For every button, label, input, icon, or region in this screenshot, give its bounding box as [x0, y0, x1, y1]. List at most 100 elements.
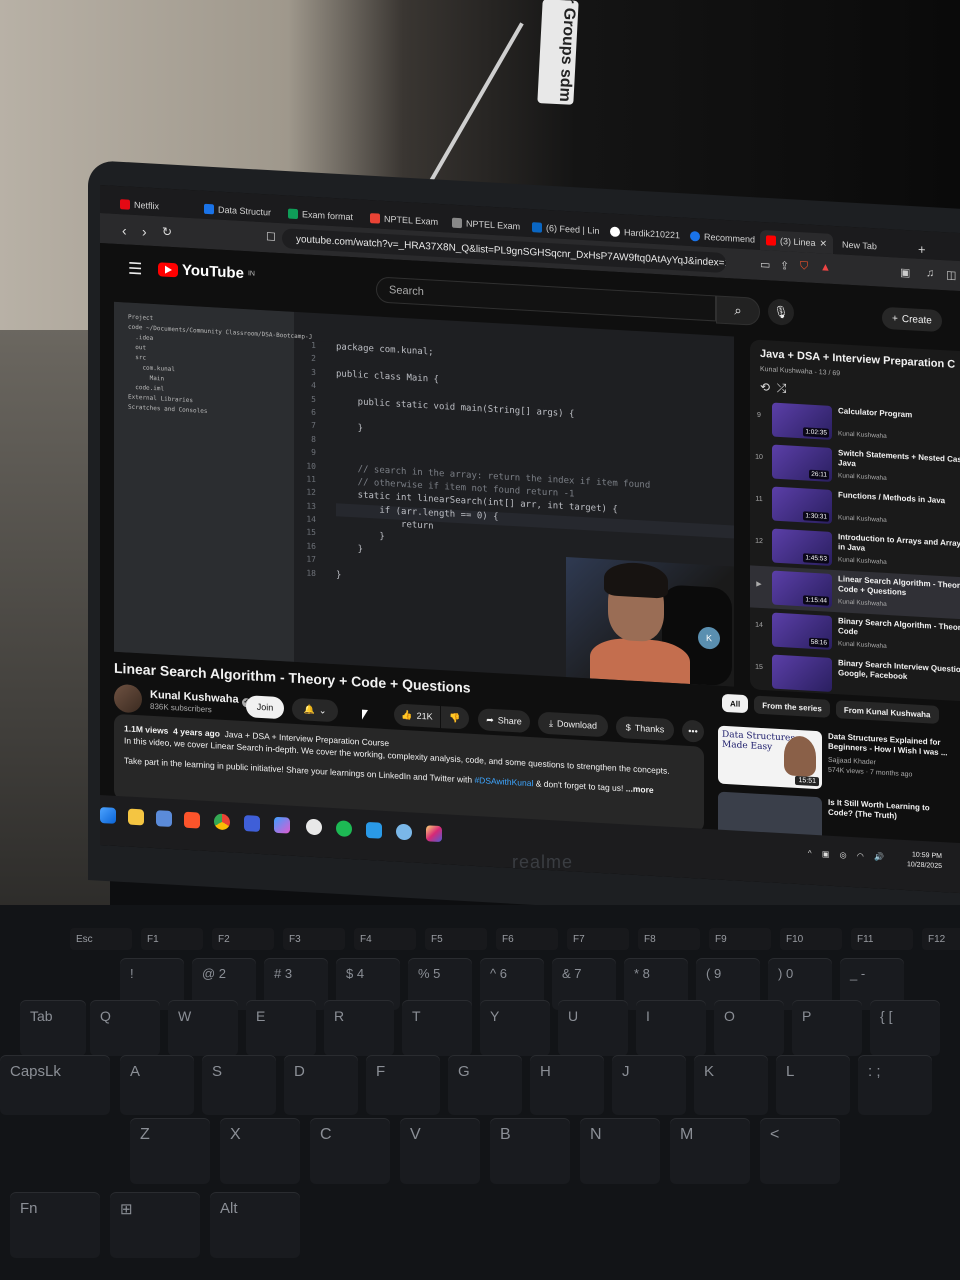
keyboard-key[interactable]: R: [324, 1000, 394, 1056]
spotify-icon[interactable]: [336, 820, 352, 838]
tab-new-tab[interactable]: New Tab: [842, 234, 877, 256]
recommendation-thumbnail[interactable]: Data Structures Made Easy 15:51: [718, 725, 822, 790]
search-input[interactable]: Search: [376, 276, 716, 322]
keyboard-key[interactable]: F11: [851, 928, 913, 950]
keyboard-key[interactable]: Tab: [20, 1000, 86, 1056]
keyboard-key[interactable]: F: [366, 1055, 440, 1115]
chip-all[interactable]: All: [722, 693, 749, 714]
reload-icon[interactable]: ↻: [162, 224, 172, 239]
keyboard-key[interactable]: V: [400, 1118, 480, 1184]
chip-from-kunal-kushwaha[interactable]: From Kunal Kushwaha: [835, 700, 939, 724]
back-icon[interactable]: ‹: [122, 222, 127, 238]
sidebar-icon[interactable]: ▣: [900, 266, 910, 280]
file-explorer-icon[interactable]: [128, 808, 144, 826]
music-icon[interactable]: ♫: [926, 267, 934, 279]
keyboard-key[interactable]: P: [792, 1000, 862, 1056]
more-actions-icon[interactable]: •••: [682, 719, 704, 743]
keyboard-key[interactable]: F1: [141, 928, 203, 950]
recommendation-title[interactable]: Data Structures Explained for Beginners …: [828, 732, 956, 759]
keyboard-key[interactable]: N: [580, 1118, 660, 1184]
show-more-link[interactable]: ...more: [626, 783, 654, 795]
taskbar-clock[interactable]: 10:59 PM 10/28/2025: [907, 850, 942, 872]
playlist-item-thumbnail[interactable]: 58:16: [772, 612, 832, 650]
new-tab-button[interactable]: +: [918, 239, 926, 259]
close-icon[interactable]: ✕: [820, 238, 828, 249]
keyboard-key[interactable]: F2: [212, 928, 274, 950]
playlist-item-thumbnail[interactable]: 26:11: [772, 444, 832, 482]
search-icon[interactable]: ⌕: [716, 295, 760, 326]
keyboard-key[interactable]: <: [760, 1118, 840, 1184]
bookmark-icon[interactable]: ☐: [266, 230, 276, 244]
keyboard-key[interactable]: G: [448, 1055, 522, 1115]
shuffle-icon[interactable]: ⤮: [777, 381, 787, 396]
playlist-item-thumbnail[interactable]: 1:45:53: [772, 528, 832, 566]
keyboard-key[interactable]: M: [670, 1118, 750, 1184]
system-tray[interactable]: ^ ▣ ◎ ◠ 🔊: [808, 849, 888, 862]
tab-netflix[interactable]: Netflix: [120, 194, 159, 216]
keyboard-key[interactable]: F6: [496, 928, 558, 950]
keyboard-key[interactable]: W: [168, 1000, 238, 1056]
chrome-icon[interactable]: [214, 813, 230, 831]
hashtag-link[interactable]: #DSAwithKunal: [474, 775, 533, 788]
keyboard-key[interactable]: K: [694, 1055, 768, 1115]
keyboard-key[interactable]: A: [120, 1055, 194, 1115]
youtube-logo[interactable]: YouTube IN: [158, 260, 255, 282]
playlist-item-title[interactable]: Linear Search Algorithm - Theory + Code …: [838, 574, 960, 602]
keyboard-key[interactable]: O: [714, 1000, 784, 1056]
playlist-item-thumbnail[interactable]: 1:02:35: [772, 402, 832, 440]
vscode-icon[interactable]: [366, 821, 382, 839]
keyboard-key[interactable]: F3: [283, 928, 345, 950]
forward-icon[interactable]: ›: [142, 223, 147, 239]
playlist-item-thumbnail[interactable]: 1:15:44: [772, 570, 832, 608]
keyboard-key[interactable]: ⊞: [110, 1192, 200, 1258]
playlist-item-thumbnail[interactable]: 1:30:31: [772, 486, 832, 524]
subscribe-bell-button[interactable]: 🔔 ⌄: [292, 697, 338, 723]
keyboard-key[interactable]: F5: [425, 928, 487, 950]
microphone-icon[interactable]: 🎙: [768, 298, 794, 326]
keyboard-key[interactable]: I: [636, 1000, 706, 1056]
playlist-item-title[interactable]: Functions / Methods in Java: [838, 490, 960, 508]
keyboard-key[interactable]: Y: [480, 1000, 550, 1056]
playlist-item-title[interactable]: Calculator Program: [838, 406, 960, 424]
window-icon[interactable]: ◫: [946, 268, 956, 282]
keyboard-key[interactable]: F10: [780, 928, 842, 950]
recommendation-title[interactable]: Is It Still Worth Learning to Code? (The…: [828, 798, 956, 825]
brave-shield-icon[interactable]: ⛉: [800, 260, 808, 273]
cast-icon[interactable]: ▭: [760, 258, 770, 272]
keyboard-key[interactable]: D: [284, 1055, 358, 1115]
video-player[interactable]: Project code ~/Documents/Community Classr…: [114, 301, 734, 687]
share-icon[interactable]: ⇪: [780, 259, 789, 273]
playlist-item-thumbnail[interactable]: [772, 654, 832, 692]
keyboard-key[interactable]: E: [246, 1000, 316, 1056]
playlist-item-title[interactable]: Switch Statements + Nested Case in Java: [838, 448, 960, 476]
create-button[interactable]: + Create: [882, 306, 942, 333]
brave-icon[interactable]: [184, 811, 200, 829]
keyboard-key[interactable]: F8: [638, 928, 700, 950]
playlist-item-title[interactable]: Binary Search Interview Questions - Goog…: [838, 658, 960, 686]
keyboard-key[interactable]: CapsLk: [0, 1055, 110, 1115]
rewards-icon[interactable]: ▲: [820, 261, 831, 274]
app-icon[interactable]: [396, 823, 412, 841]
share-button[interactable]: ➦ Share: [478, 708, 530, 734]
chip-from-the-series[interactable]: From the series: [754, 695, 830, 718]
playlist-item-title[interactable]: Introduction to Arrays and ArrayList in …: [838, 532, 960, 560]
keyboard-key[interactable]: Alt: [210, 1192, 300, 1258]
instagram-icon[interactable]: [426, 825, 442, 843]
keyboard-key[interactable]: X: [220, 1118, 300, 1184]
keyboard-key[interactable]: B: [490, 1118, 570, 1184]
keyboard-key[interactable]: Z: [130, 1118, 210, 1184]
menu-icon[interactable]: ☰: [128, 259, 142, 280]
keyboard-key[interactable]: Esc: [70, 928, 132, 950]
like-button[interactable]: 👍 21K: [394, 703, 440, 729]
keyboard-key[interactable]: U: [558, 1000, 628, 1056]
download-button[interactable]: ⤓ Download: [538, 711, 608, 738]
keyboard-key[interactable]: : ;: [858, 1055, 932, 1115]
copilot-icon[interactable]: [274, 816, 290, 834]
keyboard-key[interactable]: F7: [567, 928, 629, 950]
intellij-icon[interactable]: [244, 815, 260, 832]
recommendation-item[interactable]: Data Structures Made Easy 15:51 Data Str…: [718, 724, 960, 798]
keyboard-key[interactable]: L: [776, 1055, 850, 1115]
keyboard-key[interactable]: Q: [90, 1000, 160, 1056]
chatgpt-icon[interactable]: [306, 818, 322, 836]
keyboard-key[interactable]: T: [402, 1000, 472, 1056]
